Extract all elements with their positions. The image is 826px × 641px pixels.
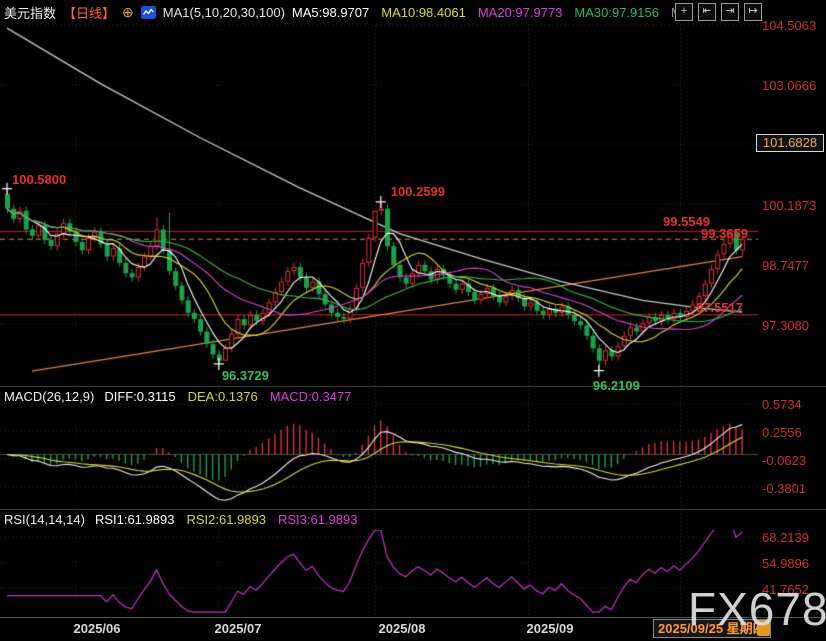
macd-title: MACD(26,12,9) <box>4 389 95 404</box>
ma-value: MA30:97.9156 <box>574 4 659 20</box>
axis-tick-label: -0.3801 <box>762 480 807 496</box>
price-annotation: 97.5517 <box>696 300 743 315</box>
crosshair-icon[interactable]: + <box>675 3 693 21</box>
rsi-value: RSI2:61.9893 <box>186 512 266 527</box>
ma-value: MA5:98.9707 <box>291 4 370 20</box>
macd-legend: DIFF:0.3115 DEA:0.1376 MACD:0.3477 <box>104 389 351 404</box>
rsi-title: RSI(14,14,14) <box>4 512 85 527</box>
date-tick: 2025/06 <box>73 621 121 636</box>
axis-tick-label: 0.2556 <box>762 424 802 440</box>
axis-tick-label: 98.7477 <box>762 257 809 273</box>
chart-canvas[interactable] <box>0 0 826 641</box>
macd-value: DEA:0.1376 <box>187 389 258 404</box>
date-tick: 2025/09 <box>526 621 574 636</box>
axis-tick-label: 100.1873 <box>762 197 817 213</box>
price-annotation: 96.2109 <box>592 377 640 393</box>
axis-tick-label: 103.0666 <box>762 78 817 93</box>
price-annotation: 100.2599 <box>390 183 446 199</box>
indicator-chart-icon[interactable] <box>140 5 156 19</box>
price-annotation: 96.3729 <box>221 367 269 383</box>
period-label: 【日线】 <box>63 5 116 21</box>
macd-value: MACD:0.3477 <box>269 389 352 404</box>
axis-tick-label: -0.0623 <box>762 452 807 468</box>
axis-tick-label: 0.5734 <box>762 397 802 412</box>
ma-settings-label: MA1(5,10,20,30,100) <box>162 4 285 20</box>
price-annotation: 100.5800 <box>12 171 67 187</box>
kline-app: 美元指数 【日线】 ⊕ MA1(5,10,20,30,100) MA5:98.9… <box>0 0 826 641</box>
pan-right-icon[interactable]: ↦ <box>744 3 762 21</box>
ma-value: MA10:98.4061 <box>381 4 466 20</box>
macd-header: MACD(26,12,9) DIFF:0.3115 DEA:0.1376 MACD:… <box>4 389 351 404</box>
rsi-value: RSI1:61.9893 <box>94 512 175 527</box>
zoom-out-icon[interactable]: ⇤ <box>698 3 716 21</box>
price-marker-box: 101.6828 <box>756 133 824 152</box>
watermark-logo: FX678 <box>688 583 826 635</box>
rsi-legend: RSI1:61.9893 RSI2:61.9893 RSI3:61.9893 <box>95 512 358 527</box>
price-annotation: 99.3659 <box>701 226 748 241</box>
axis-tick-label: 68.2139 <box>762 530 809 545</box>
axis-tick-label: 97.3080 <box>762 317 809 333</box>
rsi-header: RSI(14,14,14) RSI1:61.9893 RSI2:61.9893 RS… <box>4 512 357 527</box>
macd-value: DIFF:0.3115 <box>104 389 176 404</box>
zoom-in-icon[interactable]: ⇥ <box>721 3 739 21</box>
ma-legend: MA5:98.9707 MA10:98.4061 MA20:97.9773 MA30:… <box>292 5 691 20</box>
symbol-title: 美元指数 <box>4 5 57 21</box>
axis-tick-label: 54.9896 <box>762 556 809 571</box>
date-tick: 2025/07 <box>214 621 262 636</box>
expand-icon[interactable]: ⊕ <box>122 4 134 21</box>
rsi-value: RSI3:61.9893 <box>277 512 358 527</box>
date-tick: 2025/08 <box>378 621 426 636</box>
chart-toolbar: + ⇤ ⇥ ↦ <box>675 3 762 21</box>
ma-value: MA20:97.9773 <box>477 4 563 20</box>
